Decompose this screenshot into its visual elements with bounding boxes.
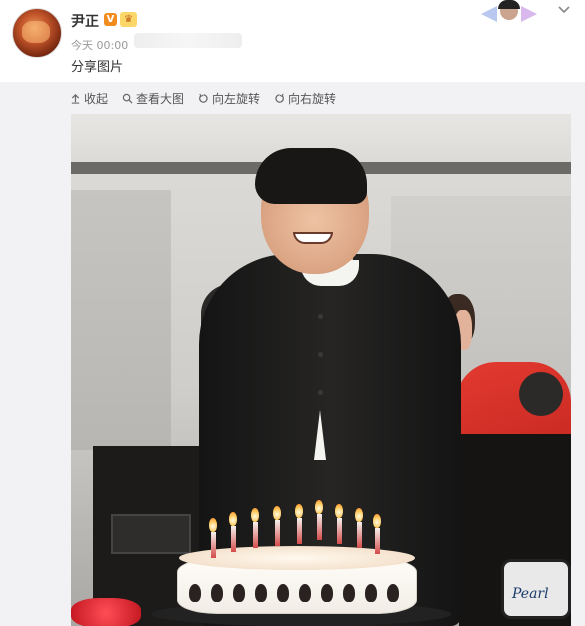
photo-amplifier bbox=[111, 514, 191, 554]
rotate-left-button[interactable]: 向左旋转 bbox=[198, 90, 260, 107]
photo-cake-decoration bbox=[189, 584, 201, 602]
rotate-right-icon bbox=[275, 93, 284, 103]
rotate-left-icon bbox=[199, 93, 208, 103]
wing-left-shape bbox=[481, 6, 497, 22]
photo-cake-decoration bbox=[211, 584, 223, 602]
collapse-icon bbox=[71, 93, 80, 104]
avatar[interactable] bbox=[12, 8, 62, 58]
post-text: 分享图片 bbox=[71, 60, 124, 75]
author-name[interactable]: 尹正 bbox=[71, 11, 99, 31]
collapse-label: 收起 bbox=[84, 91, 109, 106]
collapse-button[interactable]: 收起 bbox=[70, 90, 108, 107]
wing-right-shape bbox=[521, 6, 537, 22]
photo-candle-flame bbox=[229, 512, 237, 526]
photo-candle bbox=[231, 526, 236, 552]
photo-candle bbox=[253, 522, 258, 548]
photo-candle bbox=[211, 532, 216, 558]
photo-drummer-head bbox=[519, 372, 563, 416]
photo-jacket-button bbox=[318, 314, 323, 319]
photo-drum: Pearl bbox=[501, 559, 571, 619]
photo-cake-decoration bbox=[233, 584, 245, 602]
photo-candle-flame bbox=[209, 518, 217, 532]
media-toolbar: 收起 查看大图 向左旋转 向右旋转 bbox=[70, 89, 336, 107]
photo-cake-decoration bbox=[387, 584, 399, 602]
post-time[interactable]: 今天 00:00 bbox=[71, 37, 128, 53]
verified-icon: V bbox=[104, 13, 117, 26]
photo-candle-flame bbox=[295, 504, 303, 518]
photo-candle bbox=[337, 518, 342, 544]
photo-man-smile bbox=[293, 232, 333, 244]
post-photo[interactable]: Pearl bbox=[71, 114, 571, 626]
chevron-down-icon[interactable] bbox=[556, 4, 572, 18]
photo-candle bbox=[357, 522, 362, 548]
post-header: 尹正 V ♛ 今天 00:00 分享图片 bbox=[0, 0, 585, 82]
card-decoration bbox=[478, 0, 540, 24]
photo-candle bbox=[375, 528, 380, 554]
photo-candle-flame bbox=[373, 514, 381, 528]
photo-cake-decoration bbox=[343, 584, 355, 602]
photo-cake-decoration bbox=[277, 584, 289, 602]
view-large-button[interactable]: 查看大图 bbox=[122, 90, 184, 107]
photo-candle bbox=[317, 514, 322, 540]
decoration-hair bbox=[498, 0, 520, 9]
search-icon bbox=[122, 93, 133, 104]
photo-red-bow bbox=[71, 598, 141, 626]
photo-candle bbox=[297, 518, 302, 544]
photo-candle-flame bbox=[315, 500, 323, 514]
photo-jacket-button bbox=[318, 352, 323, 357]
photo-candle-flame bbox=[251, 508, 259, 522]
photo-cake-decoration bbox=[299, 584, 311, 602]
rotate-left-label: 向左旋转 bbox=[212, 91, 261, 106]
photo-jacket-button bbox=[318, 390, 323, 395]
photo-candle-flame bbox=[335, 504, 343, 518]
photo-wall-panel bbox=[71, 190, 171, 450]
rotate-right-button[interactable]: 向右旋转 bbox=[274, 90, 336, 107]
crown-icon[interactable]: ♛ bbox=[120, 12, 137, 27]
rotate-right-label: 向右旋转 bbox=[288, 91, 337, 106]
photo-candle-flame bbox=[355, 508, 363, 522]
weibo-post: 尹正 V ♛ 今天 00:00 分享图片 收起 查看大图 向左旋转 向右旋转 P… bbox=[0, 0, 585, 626]
photo-candle-flame bbox=[273, 506, 281, 520]
view-large-label: 查看大图 bbox=[136, 91, 185, 106]
photo-cake-decoration bbox=[365, 584, 377, 602]
post-source-redacted bbox=[134, 33, 242, 48]
photo-candle bbox=[275, 520, 280, 546]
photo-cake-decoration bbox=[255, 584, 267, 602]
photo-cake-decoration bbox=[321, 584, 333, 602]
drum-brand-text: Pearl bbox=[512, 586, 549, 602]
media-area: 收起 查看大图 向左旋转 向右旋转 Pearl bbox=[0, 82, 585, 626]
photo-man-hair bbox=[255, 148, 367, 204]
